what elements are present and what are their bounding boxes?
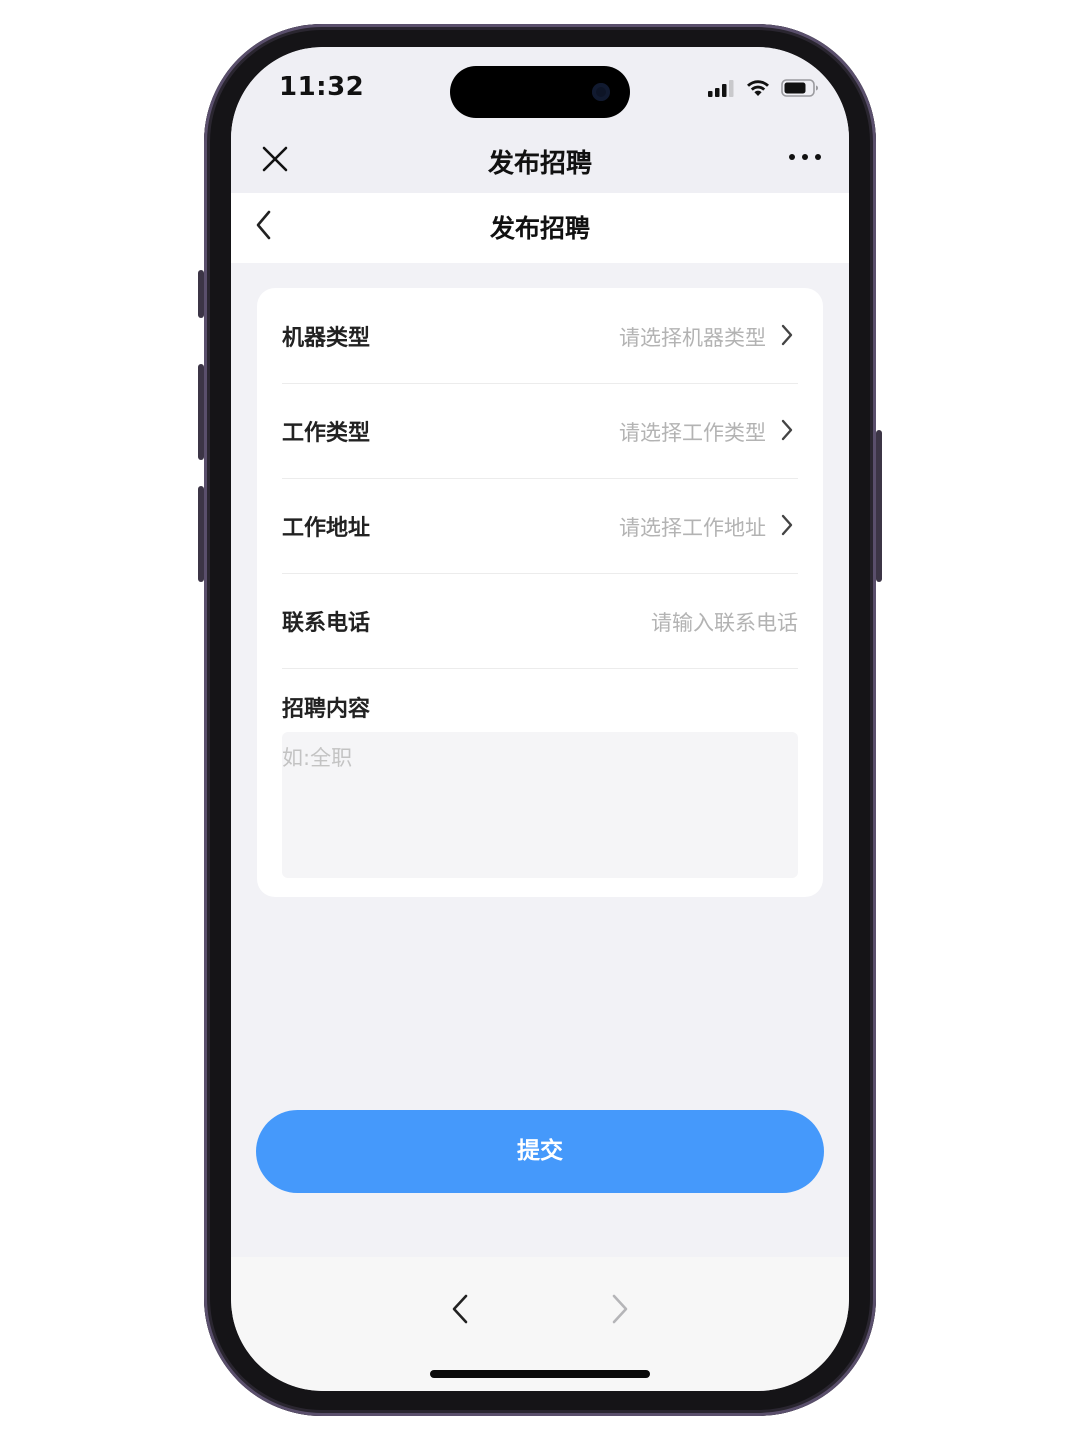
row-label: 工作类型 (282, 421, 371, 446)
more-icon[interactable] (789, 154, 821, 162)
content-placeholder: 如:全职 (282, 746, 353, 770)
volume-up-button (198, 364, 204, 460)
mini-program-title: 发布招聘 (487, 149, 592, 179)
home-indicator[interactable] (430, 1370, 650, 1378)
machine-type-select[interactable]: 请选择机器类型 (619, 322, 766, 352)
chevron-left-icon[interactable] (450, 1293, 470, 1325)
camera-icon (592, 83, 610, 101)
work-type-select[interactable]: 请选择工作类型 (619, 417, 766, 447)
page-header: 发布招聘 (231, 193, 849, 263)
chevron-right-icon (781, 514, 793, 536)
row-label: 机器类型 (282, 326, 371, 351)
work-type-row[interactable]: 工作类型 请选择工作类型 (282, 383, 798, 479)
work-address-row[interactable]: 工作地址 请选择工作地址 (282, 478, 798, 574)
volume-down-button (198, 486, 204, 582)
submit-button[interactable]: 提交 (256, 1110, 824, 1193)
chevron-right-icon[interactable] (610, 1293, 630, 1325)
chevron-right-icon (781, 324, 793, 346)
wifi-icon (747, 80, 769, 96)
work-address-select[interactable]: 请选择工作地址 (619, 512, 766, 542)
status-icons (707, 77, 819, 99)
bottom-nav-bar (231, 1257, 849, 1391)
chevron-right-icon (781, 419, 793, 441)
recruitment-form: 机器类型 请选择机器类型 工作类型 请选择工作类型 工作地址 请选择工作地址 联… (257, 288, 823, 897)
status-time: 11:32 (279, 72, 365, 102)
row-label: 工作地址 (282, 516, 371, 541)
phone-input[interactable]: 请输入联系电话 (651, 607, 798, 637)
page-title: 发布招聘 (489, 214, 590, 243)
content-label: 招聘内容 (282, 697, 371, 722)
mini-program-bar: 发布招聘 (231, 135, 849, 193)
phone-screen: 11:32 发布招聘 发布招聘 机器类型 请选择机器类型 工作类型 请选择工作类… (231, 47, 849, 1391)
action-button (198, 270, 204, 318)
power-button (876, 430, 882, 582)
status-bar: 11:32 (231, 47, 849, 135)
machine-type-row[interactable]: 机器类型 请选择机器类型 (282, 288, 798, 384)
phone-row: 联系电话 请输入联系电话 (282, 573, 798, 669)
dynamic-island (450, 66, 630, 118)
row-label: 联系电话 (282, 611, 371, 636)
signal-icon (708, 80, 734, 97)
content-textarea[interactable]: 如:全职 (282, 732, 798, 878)
battery-icon (781, 79, 818, 97)
